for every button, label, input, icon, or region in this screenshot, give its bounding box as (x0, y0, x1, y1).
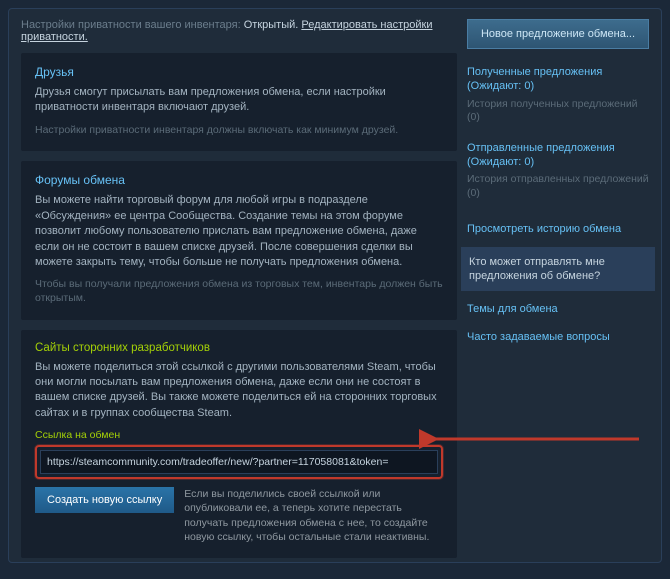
new-trade-offer-button[interactable]: Новое предложение обмена... (467, 19, 649, 49)
privacy-status: Открытый. (244, 19, 302, 31)
main-column: Настройки приватности вашего инвентаря: … (21, 19, 457, 550)
sidebar-trade-topics[interactable]: Темы для обмена (467, 295, 649, 323)
new-url-description: Если вы поделились своей ссылкой или опу… (184, 487, 443, 544)
panel-thirdparty-body: Вы можете поделиться этой ссылкой с друг… (35, 360, 443, 422)
create-new-url-button[interactable]: Создать новую ссылку (35, 487, 174, 513)
panel-thirdparty: Сайты сторонних разработчиков Вы можете … (21, 330, 457, 558)
sidebar-sent-history[interactable]: История отправленных предложений (0) (467, 173, 649, 200)
panel-friends-hint: Настройки приватности инвентаря должны в… (35, 124, 443, 138)
panel-forums: Форумы обмена Вы можете найти торговый ф… (21, 161, 457, 319)
panel-friends-title: Друзья (35, 65, 443, 79)
trade-url-highlight-box (35, 445, 443, 479)
privacy-prefix: Настройки приватности вашего инвентаря: (21, 19, 244, 31)
panel-forums-body: Вы можете найти торговый форум для любой… (35, 193, 443, 270)
trade-settings-window: Настройки приватности вашего инвентаря: … (8, 8, 662, 563)
panel-forums-hint: Чтобы вы получали предложения обмена из … (35, 278, 443, 305)
panel-thirdparty-title: Сайты сторонних разработчиков (35, 342, 443, 354)
sidebar-received-link[interactable]: Полученные предложения (Ожидают: 0) (467, 63, 649, 96)
sidebar: Новое предложение обмена... Полученные п… (467, 19, 649, 550)
sidebar-sent-group: Отправленные предложения (Ожидают: 0) Ис… (467, 139, 649, 201)
panel-forums-title: Форумы обмена (35, 173, 443, 187)
panel-friends: Друзья Друзья смогут присылать вам предл… (21, 53, 457, 151)
sidebar-received-history[interactable]: История полученных предложений (0) (467, 98, 649, 125)
trade-url-label: Ссылка на обмен (35, 429, 443, 441)
trade-url-input[interactable] (40, 450, 438, 474)
sidebar-faq[interactable]: Часто задаваемые вопросы (467, 323, 649, 351)
panel-friends-body: Друзья смогут присылать вам предложения … (35, 85, 443, 116)
sidebar-view-history[interactable]: Просмотреть историю обмена (467, 215, 649, 243)
privacy-header: Настройки приватности вашего инвентаря: … (21, 19, 457, 43)
sidebar-who-can-send[interactable]: Кто может отправлять мне предложения об … (461, 247, 655, 292)
sidebar-sent-link[interactable]: Отправленные предложения (Ожидают: 0) (467, 139, 649, 172)
sidebar-received-group: Полученные предложения (Ожидают: 0) Исто… (467, 63, 649, 125)
